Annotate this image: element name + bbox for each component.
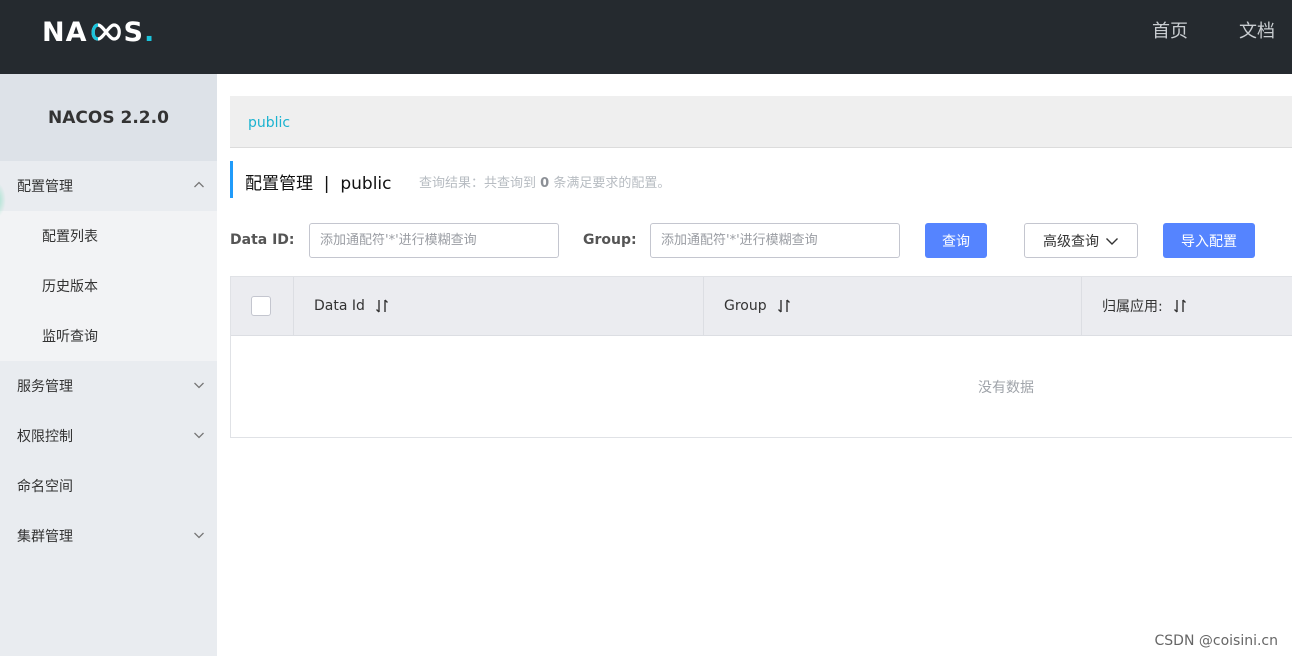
group-label: Group:	[583, 232, 637, 248]
title-accent-bar	[230, 161, 233, 198]
column-label: Data Id	[314, 298, 365, 314]
table-header: Data Id Group 归属应用:	[231, 277, 1292, 336]
chevron-down-icon	[194, 532, 204, 539]
search-form: Data ID: Group: 查询 高级查询 导入配置	[230, 223, 1292, 259]
namespace-bar: public	[230, 96, 1292, 148]
logo-dot: .	[143, 16, 156, 48]
data-id-input[interactable]	[309, 223, 559, 258]
chevron-down-icon	[194, 432, 204, 439]
group-input[interactable]	[650, 223, 900, 258]
sidebar-item-cluster-management[interactable]: 集群管理	[0, 511, 217, 561]
top-header: NA S . 首页 文档	[0, 0, 1292, 74]
result-count: 0	[540, 176, 550, 191]
column-header-group[interactable]: Group	[704, 277, 1082, 335]
sidebar-item-label: 命名空间	[17, 479, 73, 495]
data-id-label: Data ID:	[230, 232, 295, 248]
sort-icon[interactable]	[1173, 298, 1187, 314]
sidebar: NACOS 2.2.0 配置管理 配置列表 历史版本 监听查询 服务管理 权限控…	[0, 74, 217, 656]
sidebar-item-service-management[interactable]: 服务管理	[0, 361, 217, 411]
top-nav: 首页 文档	[1118, 20, 1292, 44]
result-suffix: 条满足要求的配置。	[553, 176, 671, 191]
sidebar-item-config-management[interactable]: 配置管理	[0, 161, 217, 211]
config-table: Data Id Group 归属应用: 没有数据	[230, 276, 1292, 438]
empty-state-text: 没有数据	[978, 380, 1034, 396]
column-label: 归属应用:	[1102, 299, 1163, 315]
table-body: 没有数据	[231, 336, 1292, 437]
logo-text-end: S	[123, 16, 144, 48]
watermark: CSDN @coisini.cn	[1154, 633, 1278, 649]
advanced-query-label: 高级查询	[1043, 233, 1099, 250]
page-title: 配置管理 | public	[245, 174, 392, 194]
sidebar-item-label: 配置列表	[42, 229, 98, 245]
query-button[interactable]: 查询	[925, 223, 987, 258]
nav-docs-link[interactable]: 文档	[1239, 20, 1275, 44]
chevron-down-icon	[194, 382, 204, 389]
advanced-query-button[interactable]: 高级查询	[1024, 223, 1138, 258]
logo-text-start: NA	[42, 16, 88, 48]
sidebar-item-label: 服务管理	[17, 379, 73, 395]
page-title-row: 配置管理 | public 查询结果：共查询到 0 条满足要求的配置。	[230, 161, 1292, 198]
select-all-checkbox[interactable]	[251, 296, 271, 316]
main-content: public 配置管理 | public 查询结果：共查询到 0 条满足要求的配…	[230, 74, 1292, 656]
namespace-tab-public[interactable]: public	[248, 115, 290, 131]
column-header-data-id[interactable]: Data Id	[294, 277, 704, 335]
result-prefix: 查询结果：共查询到	[419, 176, 537, 191]
query-result-text: 查询结果：共查询到 0 条满足要求的配置。	[419, 172, 670, 191]
select-all-cell	[231, 277, 294, 335]
sidebar-item-label: 集群管理	[17, 529, 73, 545]
sidebar-item-history[interactable]: 历史版本	[0, 261, 217, 311]
logo-infinity-icon	[89, 22, 123, 42]
column-label: Group	[724, 298, 767, 314]
sidebar-item-config-list[interactable]: 配置列表	[0, 211, 217, 261]
sidebar-item-label: 权限控制	[17, 429, 73, 445]
nav-home-link[interactable]: 首页	[1152, 20, 1188, 44]
sort-icon[interactable]	[375, 298, 389, 314]
column-header-app[interactable]: 归属应用:	[1082, 277, 1292, 335]
sidebar-item-access-control[interactable]: 权限控制	[0, 411, 217, 461]
version-title: NACOS 2.2.0	[0, 74, 217, 161]
import-config-button[interactable]: 导入配置	[1163, 223, 1255, 258]
sidebar-item-label: 监听查询	[42, 329, 98, 345]
sort-icon[interactable]	[777, 298, 791, 314]
sidebar-item-namespace[interactable]: 命名空间	[0, 461, 217, 511]
chevron-down-icon	[1106, 237, 1118, 245]
sidebar-item-label: 历史版本	[42, 279, 98, 295]
chevron-up-icon	[194, 181, 204, 188]
nacos-logo[interactable]: NA S .	[42, 16, 155, 48]
sidebar-item-label: 配置管理	[17, 179, 73, 195]
sidebar-item-listener-query[interactable]: 监听查询	[0, 311, 217, 361]
